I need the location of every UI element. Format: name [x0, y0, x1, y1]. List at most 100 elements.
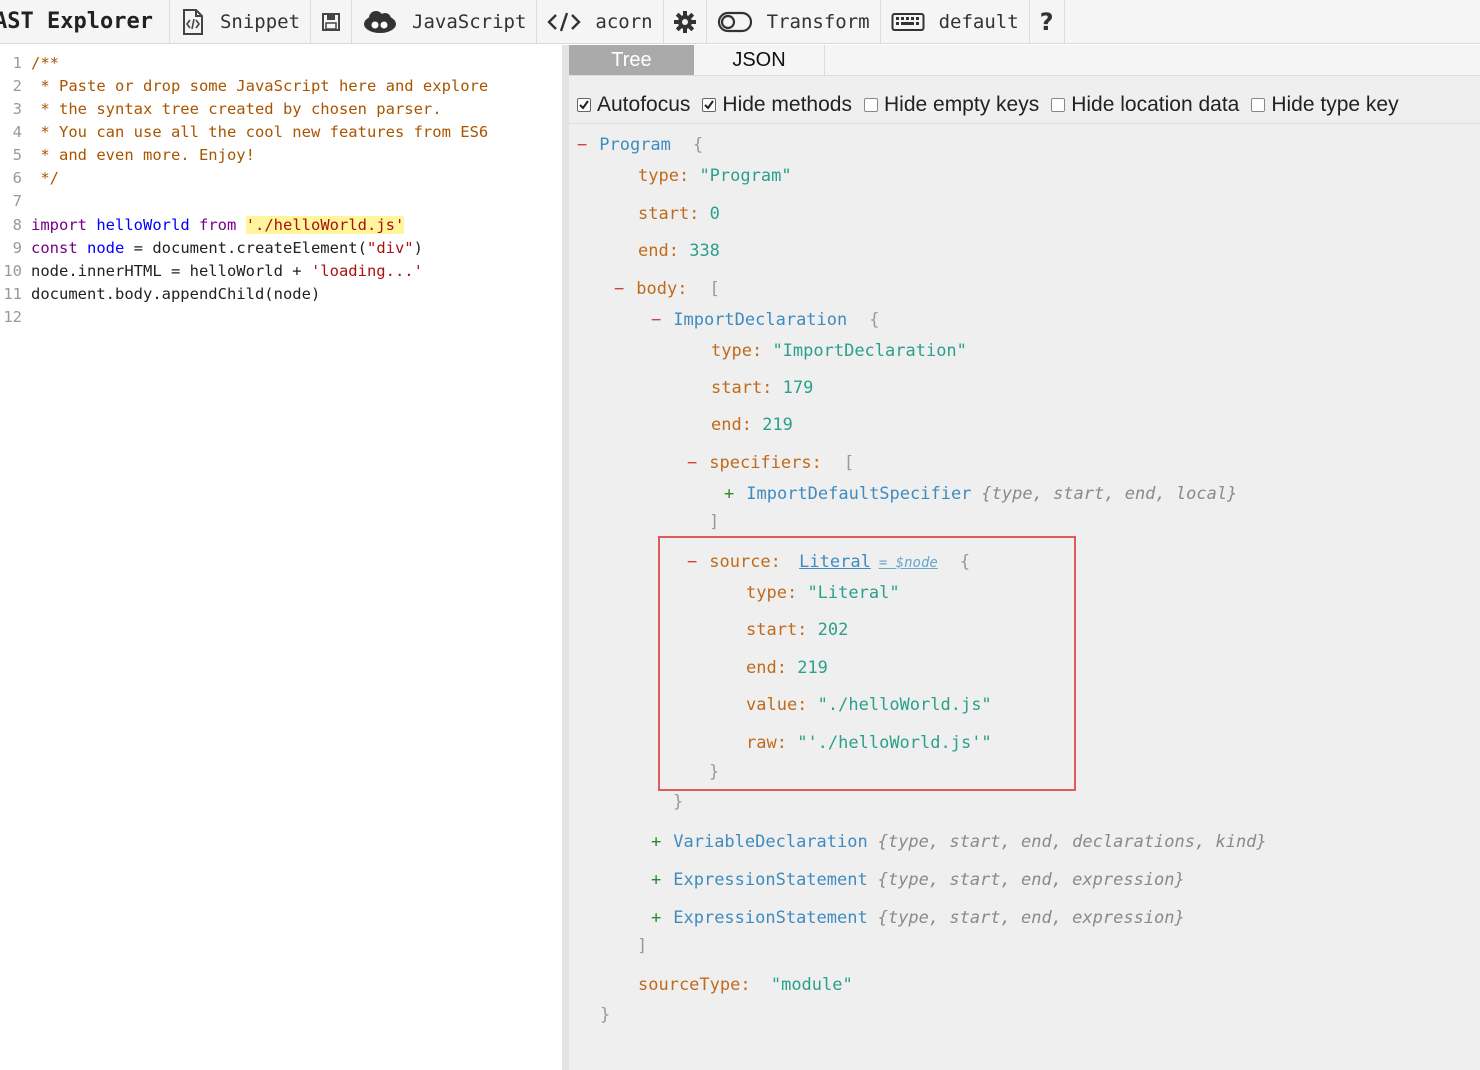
- code-variable: helloWorld: [96, 216, 190, 234]
- option-autofocus[interactable]: Autofocus: [577, 93, 690, 117]
- collapse-icon[interactable]: −: [687, 552, 697, 572]
- parser-settings-button[interactable]: [664, 0, 707, 43]
- bracket: ]: [637, 936, 648, 956]
- property-key: start:: [638, 204, 700, 224]
- save-button[interactable]: [311, 0, 353, 43]
- node-name-link[interactable]: Literal: [799, 552, 871, 572]
- option-hide-methods[interactable]: Hide methods: [702, 93, 852, 117]
- parser-menu[interactable]: acorn: [537, 0, 664, 43]
- property-key: raw:: [746, 733, 787, 753]
- language-label: JavaScript: [412, 10, 527, 33]
- tree-node-import-default-specifier[interactable]: + ImportDefaultSpecifier {type, start, end…: [724, 482, 1237, 506]
- collapse-icon[interactable]: −: [614, 279, 624, 299]
- code-editor[interactable]: 1 /** 2 * Paste or drop some JavaScript h…: [0, 45, 562, 1070]
- checkbox-unchecked-icon[interactable]: [1051, 98, 1066, 112]
- tree-property-source[interactable]: − source: Literal = $node {: [687, 550, 970, 575]
- collapse-icon[interactable]: −: [651, 310, 661, 330]
- code-string: "div": [366, 239, 414, 257]
- bracket: ]: [709, 512, 720, 532]
- checkbox-unchecked-icon[interactable]: [1251, 98, 1266, 112]
- tab-tree[interactable]: Tree: [569, 45, 694, 75]
- expand-icon[interactable]: +: [651, 870, 661, 890]
- code-line: 7: [0, 190, 31, 213]
- node-summary: {type, start, end, local}: [981, 484, 1238, 504]
- property-key: type:: [711, 341, 763, 361]
- property-key: specifiers:: [709, 453, 822, 473]
- line-number: 3: [12, 100, 22, 118]
- code-icon: [547, 11, 582, 33]
- tree-property: start: 0: [638, 202, 720, 226]
- tree-property: type: "ImportDeclaration": [711, 339, 967, 363]
- property-value: 219: [762, 415, 793, 435]
- code-variable: node: [87, 239, 125, 257]
- closing-bracket: ]: [637, 934, 647, 958]
- property-value: 179: [782, 378, 814, 398]
- code-text: ): [413, 239, 423, 257]
- code-comment: * Paste or drop some JavaScript here and…: [31, 77, 489, 95]
- brace: {: [959, 552, 971, 572]
- expand-icon[interactable]: +: [724, 484, 734, 504]
- tree-property: start: 179: [711, 376, 813, 400]
- tree-node-program[interactable]: − Program {: [577, 133, 703, 157]
- tree-property: end: 338: [638, 239, 720, 263]
- brace: }: [600, 1005, 611, 1025]
- property-value: "ImportDeclaration": [772, 341, 967, 361]
- output-panel: Tree JSON Autofocus Hide methods Hide em…: [569, 45, 1480, 1070]
- pane-divider[interactable]: [562, 45, 569, 1070]
- node-name: ImportDefaultSpecifier: [746, 484, 972, 504]
- keymap-menu[interactable]: default: [881, 0, 1030, 43]
- property-value: "'./helloWorld.js'": [797, 733, 992, 753]
- snippet-label: Snippet: [219, 10, 301, 33]
- tree-property: sourceType: "module": [638, 973, 853, 997]
- tree-node-import-declaration[interactable]: − ImportDeclaration {: [651, 308, 880, 332]
- app-title: AST Explorer: [0, 0, 170, 43]
- brace: {: [869, 310, 880, 330]
- code-comment: * You can use all the cool new features …: [31, 123, 489, 141]
- tree-node-expression-statement[interactable]: + ExpressionStatement {type, start, end, e…: [651, 906, 1185, 930]
- line-number: 1: [12, 54, 22, 72]
- code-line: 11 document.body.appendChild(node): [0, 283, 320, 306]
- tree-property: start: 202: [746, 618, 848, 642]
- tab-json[interactable]: JSON: [694, 45, 825, 75]
- property-key: value:: [746, 695, 808, 715]
- option-hide-location[interactable]: Hide location data: [1051, 93, 1239, 117]
- option-label: Autofocus: [597, 93, 691, 116]
- option-hide-type-keys[interactable]: Hide type key: [1251, 93, 1399, 117]
- gear-icon: [673, 10, 696, 33]
- option-label: Hide location data: [1071, 93, 1240, 116]
- brace: }: [673, 792, 684, 812]
- node-variable-link[interactable]: = $node: [879, 555, 938, 571]
- property-value: 0: [709, 204, 720, 224]
- transform-toggle[interactable]: Transform: [707, 0, 881, 43]
- property-key: type:: [746, 583, 798, 603]
- expand-icon[interactable]: +: [651, 832, 661, 852]
- expand-icon[interactable]: +: [651, 908, 661, 928]
- property-key: type:: [638, 166, 690, 186]
- code-text: node.innerHTML = helloWorld +: [31, 262, 311, 280]
- line-number: 5: [12, 146, 22, 164]
- property-key: end:: [746, 658, 787, 678]
- tree-property: end: 219: [746, 656, 828, 680]
- code-text: document.body.appendChild(node): [31, 285, 321, 303]
- line-number: 7: [12, 192, 22, 210]
- collapse-icon[interactable]: −: [687, 453, 697, 473]
- option-hide-empty-keys[interactable]: Hide empty keys: [863, 93, 1039, 117]
- checkbox-unchecked-icon[interactable]: [863, 98, 878, 112]
- tree-node-expression-statement[interactable]: + ExpressionStatement {type, start, end, e…: [651, 868, 1185, 892]
- code-line: 6 */: [0, 167, 59, 190]
- property-key: end:: [711, 415, 752, 435]
- code-keyword: from: [199, 216, 237, 234]
- language-menu[interactable]: JavaScript: [352, 0, 538, 43]
- help-button[interactable]: ?: [1030, 0, 1065, 43]
- code-comment: * and even more. Enjoy!: [31, 146, 255, 164]
- snippet-menu[interactable]: Snippet: [170, 0, 312, 43]
- collapse-icon[interactable]: −: [577, 135, 587, 155]
- line-number: 4: [12, 123, 22, 141]
- tree-property-body[interactable]: − body: [: [614, 277, 720, 301]
- checkbox-checked-icon[interactable]: [577, 98, 591, 112]
- tree-node-variable-declaration[interactable]: + VariableDeclaration {type, start, end, d…: [651, 830, 1267, 854]
- code-keyword: import: [31, 216, 87, 234]
- checkbox-checked-icon[interactable]: [702, 98, 717, 112]
- tree-property-specifiers[interactable]: − specifiers: [: [687, 451, 854, 475]
- code-comment: * the syntax tree created by chosen pars…: [31, 100, 442, 118]
